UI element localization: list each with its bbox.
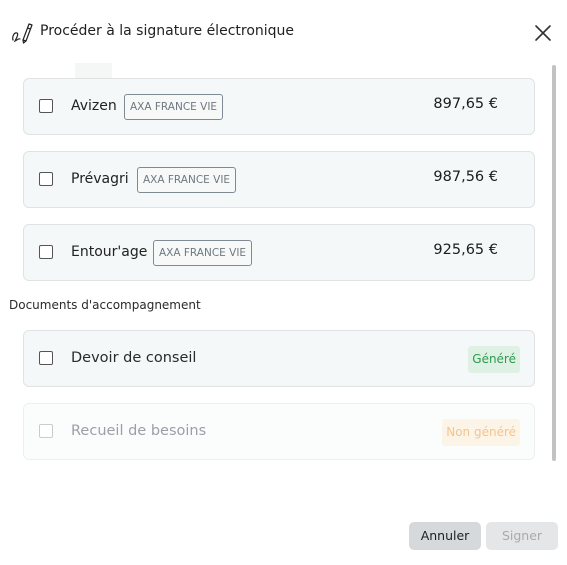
insurer-badge: AXA FRANCE VIE: [153, 240, 253, 266]
status-badge: Non généré: [442, 419, 520, 446]
product-price: 925,65 €: [433, 242, 498, 258]
product-checkbox[interactable]: [39, 99, 53, 113]
cancel-button[interactable]: Annuler: [409, 522, 481, 550]
document-checkbox: [39, 424, 53, 438]
status-badge: Généré: [468, 346, 520, 373]
document-checkbox[interactable]: [39, 351, 53, 365]
product-name: Entour'age: [71, 244, 148, 260]
product-checkbox[interactable]: [39, 245, 53, 259]
close-icon[interactable]: [530, 20, 556, 46]
product-name: Avizen: [71, 98, 117, 114]
insurer-badge: AXA FRANCE VIE: [124, 94, 224, 120]
sign-button[interactable]: Signer: [486, 522, 558, 550]
modal-header: Procéder à la signature électronique: [0, 0, 567, 64]
product-card-entourage[interactable]: Entour'age AXA FRANCE VIE 925,65 €: [23, 224, 535, 281]
signature-pen-icon: [12, 23, 33, 44]
documents-section-label: Documents d'accompagnement: [9, 298, 201, 312]
document-name: Devoir de conseil: [71, 350, 197, 366]
document-card-devoir-de-conseil[interactable]: Devoir de conseil Généré: [23, 330, 535, 387]
modal-title: Procéder à la signature électronique: [40, 23, 295, 39]
insurer-badge: AXA FRANCE VIE: [137, 167, 237, 193]
product-price: 987,56 €: [433, 169, 498, 185]
product-price: 897,65 €: [433, 96, 498, 112]
product-card-prevagri[interactable]: Prévagri AXA FRANCE VIE 987,56 €: [23, 151, 535, 208]
scrollbar-thumb[interactable]: [552, 65, 556, 461]
document-name: Recueil de besoins: [71, 423, 207, 439]
product-name: Prévagri: [71, 171, 129, 187]
ghost-tab: [75, 63, 112, 78]
document-card-recueil-de-besoins: Recueil de besoins Non généré: [23, 403, 535, 460]
product-checkbox[interactable]: [39, 172, 53, 186]
product-card-avizen[interactable]: Avizen AXA FRANCE VIE 897,65 €: [23, 78, 535, 135]
